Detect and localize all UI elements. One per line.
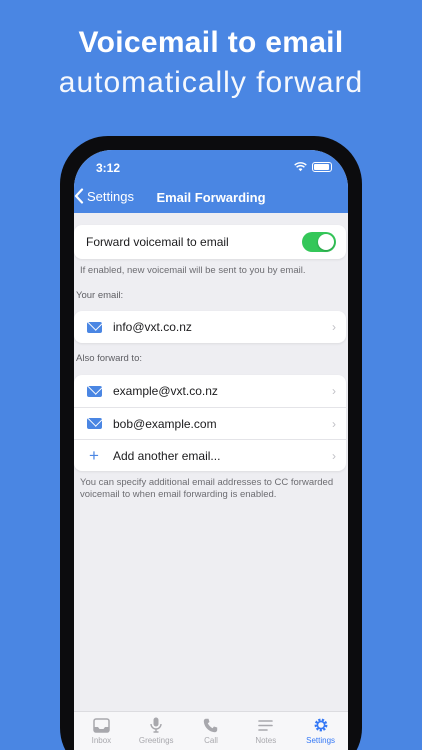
tab-label: Settings — [306, 736, 336, 745]
also-forward-group: example@vxt.co.nz › bob@example.com › + … — [74, 375, 346, 471]
gear-icon — [312, 717, 330, 733]
list-item[interactable]: example@vxt.co.nz › — [74, 375, 346, 407]
forward-toggle-row: Forward voicemail to email — [74, 225, 346, 259]
battery-icon — [312, 162, 332, 172]
wifi-icon — [294, 162, 307, 172]
tab-label: Greetings — [138, 736, 174, 745]
your-email-address: info@vxt.co.nz — [113, 320, 192, 334]
forward-toggle-group: Forward voicemail to email — [74, 225, 346, 259]
also-forward-label: Also forward to: — [76, 353, 142, 364]
plus-icon: + — [89, 445, 99, 465]
chevron-right-icon: › — [332, 384, 336, 398]
add-email-row[interactable]: + Add another email... › — [74, 439, 346, 471]
tab-label: Call — [204, 736, 218, 745]
chevron-right-icon: › — [332, 448, 336, 463]
phone-icon — [202, 717, 220, 733]
add-email-label: Add another email... — [113, 448, 221, 463]
microphone-icon — [147, 717, 165, 733]
navigation-bar: 3:12 Settings Email Forwarding — [74, 150, 348, 213]
tab-label: Inbox — [91, 736, 112, 745]
list-item[interactable]: bob@example.com › — [74, 407, 346, 439]
forward-address: example@vxt.co.nz — [113, 384, 218, 398]
tab-settings[interactable]: Settings — [294, 717, 348, 750]
mail-icon — [86, 385, 102, 397]
tab-bar: Inbox Greetings Call Notes Settings — [74, 711, 348, 750]
page-title: Email Forwarding — [156, 190, 266, 205]
forward-toggle-label: Forward voicemail to email — [86, 235, 229, 249]
your-email-label: Your email: — [76, 290, 124, 301]
status-icons — [294, 162, 332, 172]
forward-toggle-note: If enabled, new voicemail will be sent t… — [80, 265, 306, 276]
your-email-group: info@vxt.co.nz › — [74, 311, 346, 343]
tab-call[interactable]: Call — [184, 717, 238, 750]
promo-headline: Voicemail to email — [78, 26, 344, 59]
chevron-right-icon: › — [332, 416, 336, 431]
status-time: 3:12 — [96, 161, 121, 175]
inbox-icon — [92, 717, 110, 733]
mail-icon — [86, 321, 102, 333]
tab-greetings[interactable]: Greetings — [129, 717, 183, 750]
tab-inbox[interactable]: Inbox — [74, 717, 128, 750]
forward-toggle-switch[interactable] — [302, 232, 336, 252]
tab-label: Notes — [255, 736, 277, 745]
mail-icon — [86, 418, 102, 429]
phone-screen: 3:12 Settings Email Forwarding Forward v… — [74, 150, 348, 750]
chevron-right-icon: › — [332, 320, 336, 334]
your-email-row[interactable]: info@vxt.co.nz › — [74, 311, 346, 343]
tab-notes[interactable]: Notes — [239, 717, 293, 750]
promo-subhead: automatically forward — [58, 66, 364, 99]
notes-icon — [257, 717, 275, 733]
also-forward-note: You can specify additional email address… — [80, 477, 334, 501]
forward-address: bob@example.com — [113, 416, 217, 431]
